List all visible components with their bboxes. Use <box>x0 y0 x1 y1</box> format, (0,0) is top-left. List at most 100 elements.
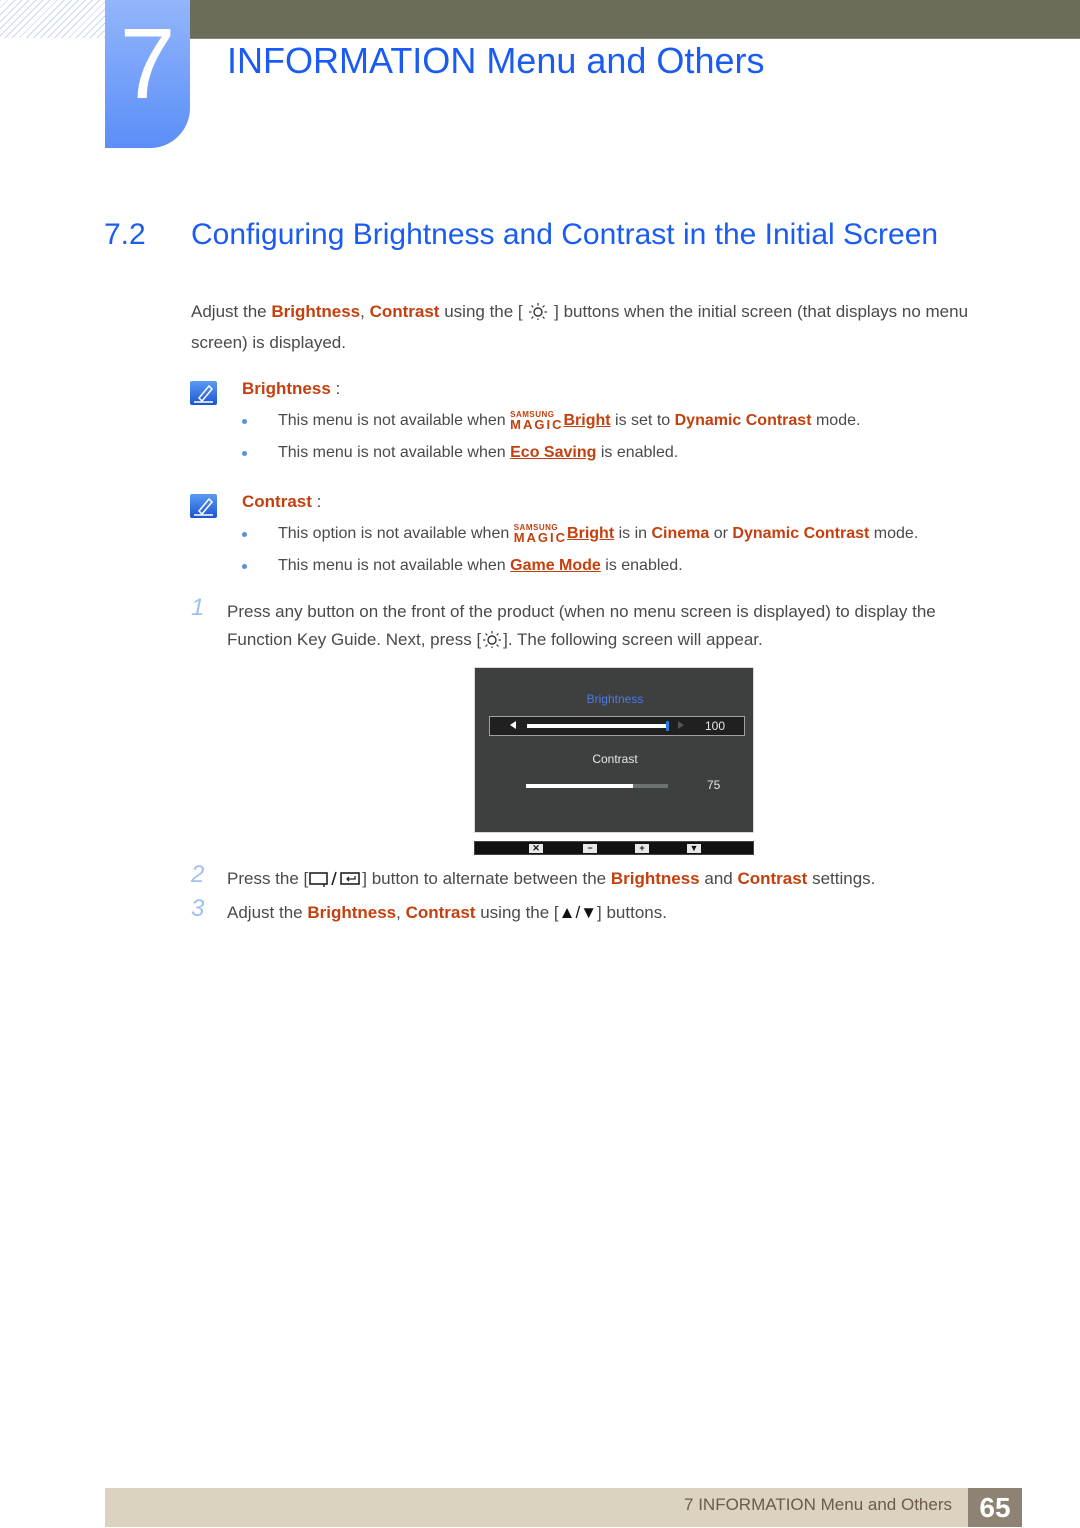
header-bar <box>190 0 1080 39</box>
bullet-text: is in <box>614 525 652 542</box>
note-title: Contrast : <box>242 492 321 512</box>
step-number: 2 <box>191 861 205 888</box>
logo-magic: MAGIC <box>510 417 564 432</box>
separator: , <box>396 903 406 922</box>
bullet-text: This menu is not available when <box>278 444 511 461</box>
decorative-hatch <box>0 0 105 38</box>
step-text-part: Press the [ <box>227 869 309 888</box>
section-number: 7.2 <box>104 218 146 251</box>
plus-icon[interactable]: + <box>635 844 649 853</box>
colon: : <box>330 379 341 398</box>
close-icon[interactable]: ✕ <box>529 844 543 853</box>
osd-screen: Brightness 100 Contrast 75 <box>474 667 754 833</box>
chapter-title: INFORMATION Menu and Others <box>227 40 765 81</box>
function-key-guide: ✕ − + ▼ <box>474 841 754 855</box>
bullet-text: or <box>709 525 733 542</box>
magic-bright-link[interactable]: Bright <box>567 525 614 542</box>
colon: : <box>311 492 322 511</box>
note-bullet-list: This menu is not available when SAMSUNG M… <box>242 405 860 469</box>
osd-contrast-value: 75 <box>707 778 721 792</box>
bullet-text: mode. <box>811 412 861 429</box>
step-text-part: and <box>699 869 738 888</box>
chapter-tab: 7 <box>105 0 190 148</box>
footer-chapter-label: 7 INFORMATION Menu and Others <box>684 1495 952 1514</box>
chapter-number: 7 <box>119 8 176 120</box>
eco-saving-link[interactable]: Eco Saving <box>510 444 596 461</box>
contrast-term: Contrast <box>737 869 808 888</box>
down-arrow-icon[interactable]: ▼ <box>687 844 701 853</box>
bullet-icon <box>242 419 247 424</box>
osd-brightness-row: 100 <box>489 716 745 736</box>
bullet-icon <box>242 532 247 537</box>
section-title: Configuring Brightness and Contrast in t… <box>191 218 939 251</box>
osd-contrast-slider[interactable] <box>526 784 668 788</box>
page-footer: 7 INFORMATION Menu and Others 65 <box>105 1488 1022 1527</box>
step-text-part: settings. <box>807 869 876 888</box>
osd-brightness-fill <box>527 724 669 728</box>
osd-brightness-value: 100 <box>705 719 726 733</box>
minus-icon[interactable]: − <box>583 844 597 853</box>
osd-brightness-label: Brightness <box>586 692 644 706</box>
intro-text: Adjust the <box>191 302 272 321</box>
source-enter-icon <box>309 871 361 887</box>
list-item: This menu is not available when SAMSUNG M… <box>242 405 860 437</box>
brightness-term: Brightness <box>307 903 397 922</box>
cinema-term: Cinema <box>651 525 710 542</box>
separator: , <box>360 302 370 321</box>
bullet-text: is enabled. <box>600 557 683 574</box>
samsung-magic-logo: SAMSUNG MAGIC <box>513 524 568 545</box>
left-arrow-icon <box>510 721 516 729</box>
step-text-part: ] buttons. <box>597 903 667 922</box>
note-title-text: Brightness <box>242 379 331 398</box>
samsung-magic-logo: SAMSUNG MAGIC <box>510 411 564 432</box>
note-title: Brightness : <box>242 379 340 399</box>
list-item: This option is not available when SAMSUN… <box>242 518 918 550</box>
bullet-icon <box>242 564 247 569</box>
brightness-sun-icon <box>483 631 502 648</box>
brightness-term: Brightness <box>610 869 700 888</box>
step-text-part: ] button to alternate between the <box>362 869 611 888</box>
list-item: This menu is not available when Game Mod… <box>242 550 918 582</box>
step-text-part: ]. The following screen will appear. <box>503 630 763 649</box>
step-number: 3 <box>191 895 205 922</box>
intro-paragraph: Adjust the Brightness, Contrast using th… <box>191 296 1011 358</box>
contrast-term: Contrast <box>405 903 476 922</box>
note-bullet-list: This option is not available when SAMSUN… <box>242 518 918 582</box>
bullet-text: This menu is not available when <box>278 412 511 429</box>
intro-text: using the [ <box>439 302 523 321</box>
step-number: 1 <box>191 594 205 621</box>
game-mode-link[interactable]: Game Mode <box>510 557 601 574</box>
step-text: Press any button on the front of the pro… <box>227 598 936 654</box>
step-text-part: Adjust the <box>227 903 308 922</box>
list-item: This menu is not available when Eco Savi… <box>242 437 860 469</box>
step-text-part: Function Key Guide. Next, press [ <box>227 630 482 649</box>
right-arrow-icon <box>678 721 684 729</box>
bullet-text: This menu is not available when <box>278 557 511 574</box>
osd-brightness-slider[interactable] <box>527 721 669 731</box>
step-text: Adjust the Brightness, Contrast using th… <box>227 899 667 927</box>
page-number: 65 <box>968 1488 1022 1527</box>
brightness-sun-icon <box>529 303 548 320</box>
step-text-part: using the [ <box>475 903 559 922</box>
bullet-text: is enabled. <box>596 444 679 461</box>
bullet-text: This option is not available when <box>278 525 514 542</box>
logo-magic: MAGIC <box>513 530 568 545</box>
brightness-term: Brightness <box>271 302 361 321</box>
note-pencil-icon <box>190 494 217 518</box>
magic-bright-link[interactable]: Bright <box>563 412 610 429</box>
osd-contrast-fill <box>526 784 633 788</box>
note-pencil-icon <box>190 381 217 405</box>
bullet-text: is set to <box>610 412 675 429</box>
step-text: Press the [ ] button to alternate between… <box>227 865 875 893</box>
osd-brightness-knob[interactable] <box>666 721 669 731</box>
step-line: Press any button on the front of the pro… <box>227 602 936 621</box>
bullet-icon <box>242 451 247 456</box>
osd-contrast-label: Contrast <box>592 752 638 766</box>
step-line: Function Key Guide. Next, press [ ]. The … <box>227 626 936 654</box>
contrast-term: Contrast <box>369 302 440 321</box>
bullet-text: mode. <box>869 525 919 542</box>
dynamic-contrast-term: Dynamic Contrast <box>674 412 812 429</box>
up-down-arrow-icon: ▲/▼ <box>558 903 598 922</box>
note-title-text: Contrast <box>242 492 312 511</box>
dynamic-contrast-term: Dynamic Contrast <box>732 525 870 542</box>
